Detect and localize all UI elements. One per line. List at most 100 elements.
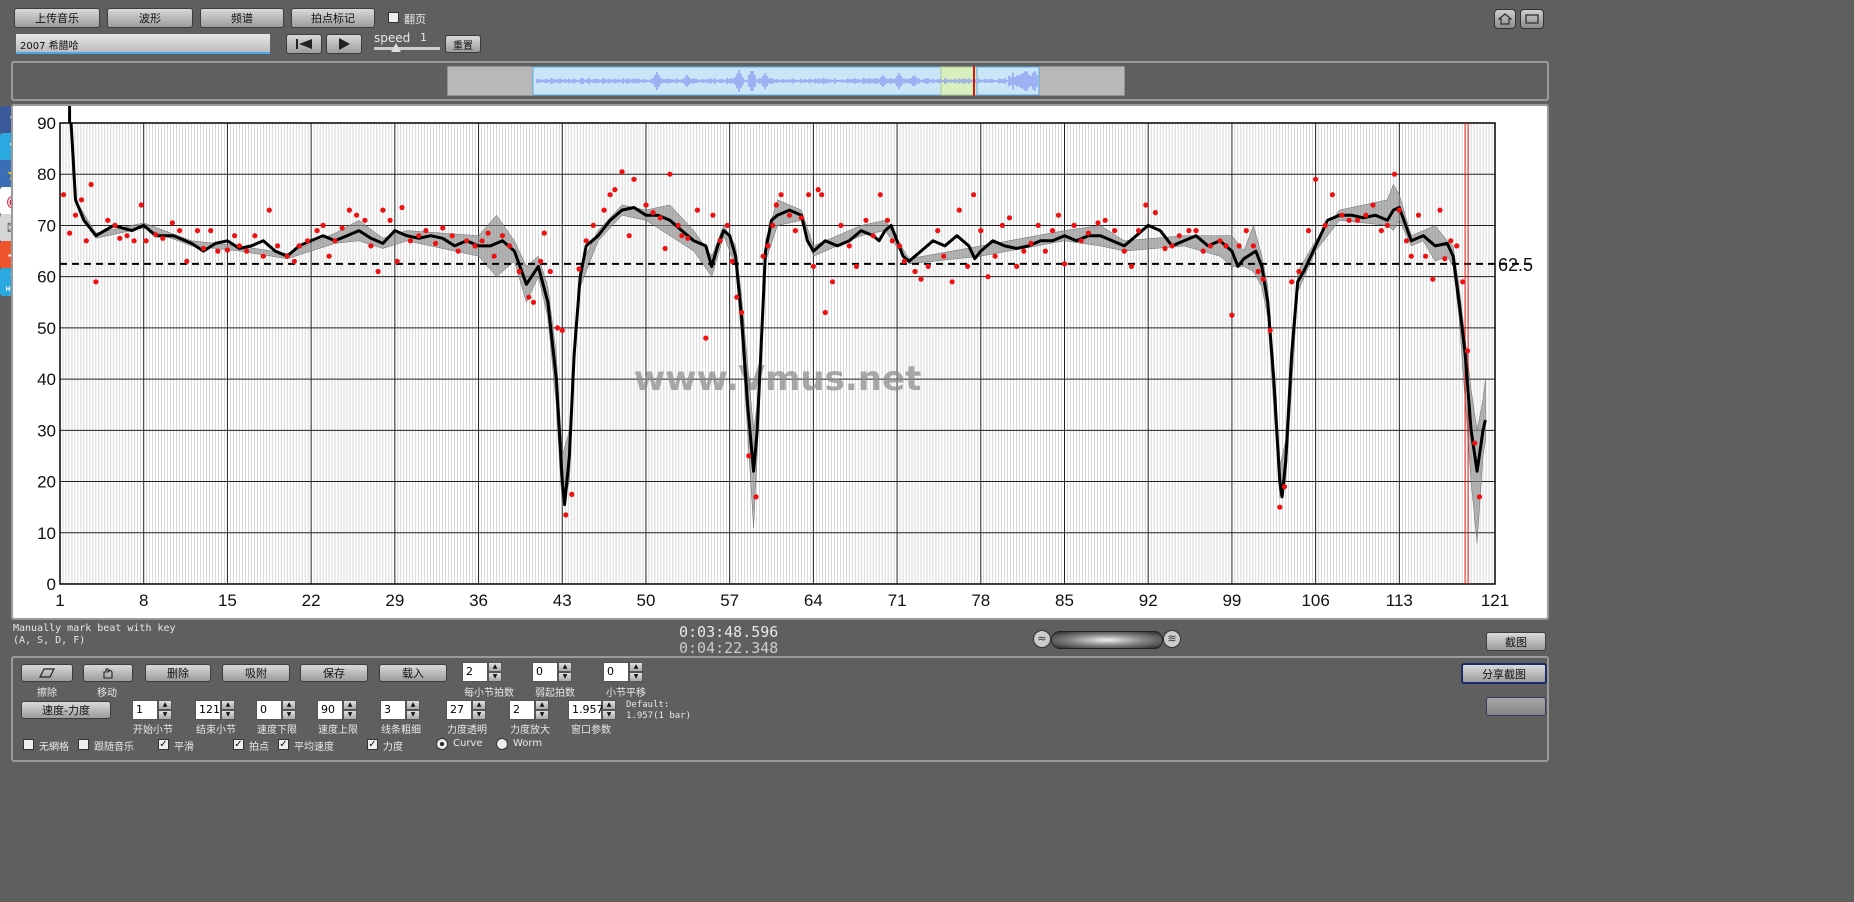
delete-button[interactable]: 删除 <box>145 664 211 682</box>
increment-icon[interactable]: ▲ <box>282 700 296 710</box>
page-turn-checkbox[interactable] <box>388 12 399 23</box>
fullscreen-icon[interactable] <box>1520 9 1544 29</box>
home-icon[interactable] <box>1494 9 1516 29</box>
decrement-icon[interactable]: ▼ <box>535 710 549 720</box>
window-stepper[interactable]: 1.957 ▲ ▼ <box>568 700 616 720</box>
dyn-scale-stepper[interactable]: 2 ▲ ▼ <box>509 700 549 720</box>
increment-icon[interactable]: ▲ <box>158 700 172 710</box>
decrement-icon[interactable]: ▼ <box>602 710 616 720</box>
line-width-value[interactable]: 3 <box>380 700 406 720</box>
beat-point <box>1152 210 1158 216</box>
beats-checkbox[interactable]: ✓ <box>233 739 244 750</box>
beat-point <box>1169 243 1175 249</box>
speed-slider-thumb[interactable] <box>391 43 401 52</box>
song-title-field[interactable]: 2007 希腊哈 <box>16 34 270 54</box>
upload-music-button[interactable]: 上传音乐 <box>14 8 100 28</box>
beat-point <box>746 453 752 459</box>
increment-icon[interactable]: ▲ <box>343 700 357 710</box>
waveform-button[interactable]: 波形 <box>107 8 193 28</box>
bar-shift-value[interactable]: 0 <box>603 662 629 682</box>
transparency-stepper[interactable]: 27 ▲ ▼ <box>446 700 486 720</box>
save-button[interactable]: 保存 <box>300 664 368 682</box>
increment-icon[interactable]: ▲ <box>629 662 643 672</box>
increment-icon[interactable]: ▲ <box>535 700 549 710</box>
snap-button[interactable]: 吸附 <box>222 664 290 682</box>
decrement-icon[interactable]: ▼ <box>488 672 502 682</box>
pickup-value[interactable]: 0 <box>532 662 558 682</box>
follow-music-checkbox[interactable] <box>78 739 89 750</box>
beat-point <box>530 299 537 305</box>
play-button[interactable] <box>326 34 362 54</box>
transparency-value[interactable]: 27 <box>446 700 472 720</box>
decrement-icon[interactable]: ▼ <box>472 710 486 720</box>
move-button[interactable] <box>83 664 133 682</box>
beat-point <box>538 258 544 264</box>
beat-point <box>912 268 918 275</box>
window-value[interactable]: 1.957 <box>568 700 604 720</box>
start-bar-value[interactable]: 1 <box>132 700 158 720</box>
x-tick-label: 22 <box>302 591 321 610</box>
overview-waveform[interactable] <box>447 66 1125 96</box>
line-width-stepper[interactable]: 3 ▲ ▼ <box>380 700 420 720</box>
speed-value: 1 <box>420 31 427 44</box>
beat-point <box>965 263 971 269</box>
bar-shift-stepper[interactable]: 0 ▲ ▼ <box>603 662 643 682</box>
beat-point <box>978 228 984 234</box>
beat-point <box>1217 238 1223 244</box>
beat-point <box>1021 248 1027 254</box>
no-grid-checkbox[interactable] <box>23 739 34 750</box>
x-tick-label: 64 <box>804 591 823 610</box>
beat-marking-button[interactable]: 拍点标记 <box>291 8 375 28</box>
erase-button[interactable] <box>21 664 73 682</box>
beat-point <box>1423 253 1429 259</box>
tempo-chart[interactable]: 1 8 15 22 29 36 43 50 57 64 71 78 85 92 99 106 113 121 0 10… <box>13 106 1547 618</box>
increment-icon[interactable]: ▲ <box>406 700 420 710</box>
tempo-low-stepper[interactable]: 0 ▲ ▼ <box>256 700 296 720</box>
start-bar-stepper[interactable]: 1 ▲ ▼ <box>132 700 172 720</box>
worm-radio[interactable] <box>496 738 508 750</box>
beat-point <box>710 212 716 218</box>
increment-icon[interactable]: ▲ <box>221 700 235 710</box>
increment-icon[interactable]: ▲ <box>602 700 616 710</box>
decrement-icon[interactable]: ▼ <box>629 672 643 682</box>
speed-slider[interactable] <box>374 43 440 52</box>
decrement-icon[interactable]: ▼ <box>406 710 420 720</box>
tempo-high-value[interactable]: 90 <box>317 700 343 720</box>
dynamics-checkbox[interactable]: ✓ <box>367 739 378 750</box>
dyn-scale-value[interactable]: 2 <box>509 700 535 720</box>
beat-point <box>896 243 903 249</box>
decrement-icon[interactable]: ▼ <box>282 710 296 720</box>
beat-point <box>1281 484 1288 490</box>
pickup-stepper[interactable]: 0 ▲ ▼ <box>532 662 572 682</box>
increment-icon[interactable]: ▲ <box>558 662 572 672</box>
load-button[interactable]: 载入 <box>379 664 447 682</box>
curve-radio[interactable] <box>436 738 448 750</box>
beat-point <box>949 279 955 285</box>
beats-per-bar-stepper[interactable]: 2 ▲ ▼ <box>462 662 502 682</box>
volume-min-icon[interactable]: ≈ <box>1033 630 1051 648</box>
decrement-icon[interactable]: ▼ <box>221 710 235 720</box>
decrement-icon[interactable]: ▼ <box>558 672 572 682</box>
end-bar-value[interactable]: 121 <box>195 700 221 720</box>
tempo-high-stepper[interactable]: 90 ▲ ▼ <box>317 700 357 720</box>
volume-max-icon[interactable]: ≋ <box>1163 630 1181 648</box>
beats-per-bar-value[interactable]: 2 <box>462 662 488 682</box>
increment-icon[interactable]: ▲ <box>472 700 486 710</box>
tempo-low-value[interactable]: 0 <box>256 700 282 720</box>
share-screenshot-button[interactable]: 分享截图 <box>1461 663 1547 684</box>
end-bar-stepper[interactable]: 121 ▲ ▼ <box>195 700 235 720</box>
volume-slider[interactable] <box>1051 631 1163 649</box>
screenshot-button[interactable]: 截图 <box>1486 632 1546 651</box>
decrement-icon[interactable]: ▼ <box>343 710 357 720</box>
beat-point <box>416 233 422 239</box>
reset-button[interactable]: 重置 <box>445 35 481 53</box>
increment-icon[interactable]: ▲ <box>488 662 502 672</box>
spectrum-button[interactable]: 频谱 <box>200 8 284 28</box>
skip-to-start-button[interactable] <box>286 34 322 54</box>
smooth-checkbox[interactable]: ✓ <box>158 739 169 750</box>
beat-point <box>346 207 352 213</box>
decrement-icon[interactable]: ▼ <box>158 710 172 720</box>
avg-tempo-checkbox[interactable]: ✓ <box>278 739 289 750</box>
tempo-dynamics-button[interactable]: 速度-力度 <box>21 701 111 719</box>
beat-point <box>117 235 123 241</box>
